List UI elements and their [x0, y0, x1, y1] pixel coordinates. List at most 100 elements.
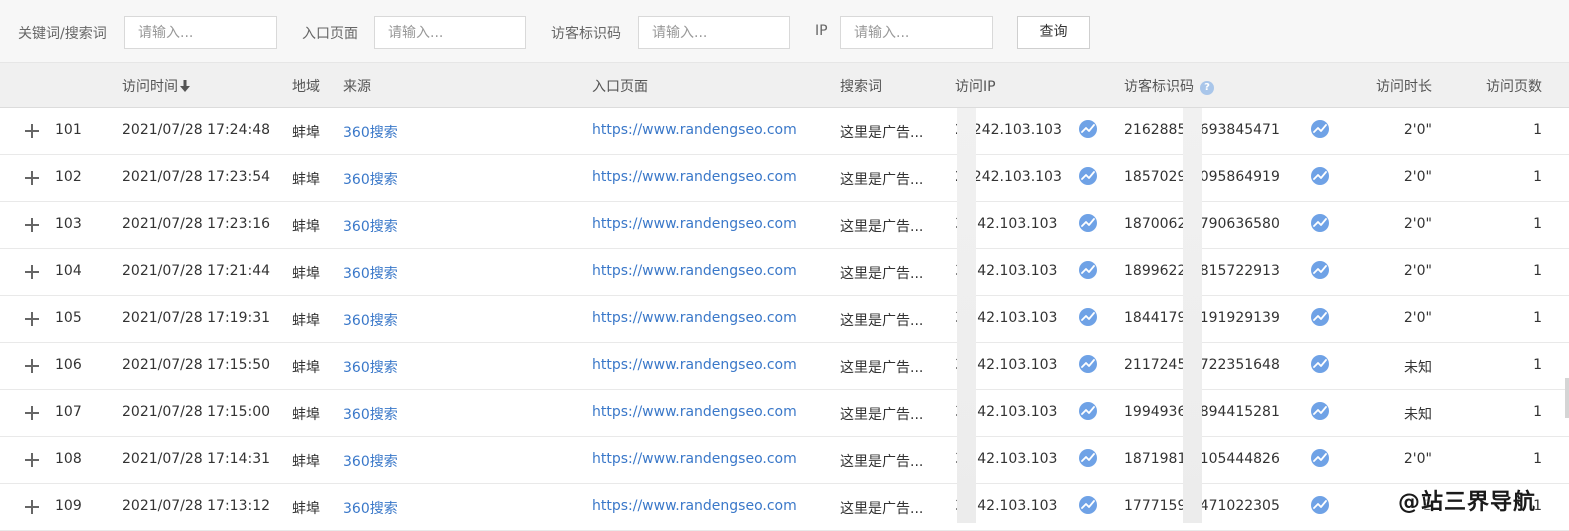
trend-chart-icon[interactable] [1311, 214, 1329, 232]
source-link[interactable]: 360搜索 [343, 216, 398, 236]
search-keyword: 这里是广告... [840, 266, 924, 282]
row-number: 109 [55, 498, 82, 514]
table-row: 105 2021/07/28 17:19:31 蚌埠 360搜索 https://www… [0, 296, 1569, 343]
search-keyword: 这里是广告... [840, 172, 924, 188]
trend-chart-icon[interactable] [1311, 355, 1329, 373]
trend-chart-icon[interactable] [1311, 167, 1329, 185]
plus-icon[interactable] [24, 452, 40, 468]
entry-page-filter-label: 入口页面 [302, 26, 358, 42]
visit-duration: 未知 [1404, 360, 1432, 376]
trend-chart-icon[interactable] [1311, 402, 1329, 420]
entry-page-input[interactable] [374, 16, 526, 49]
ip-input[interactable] [840, 16, 993, 49]
search-keyword: 这里是广告... [840, 125, 924, 141]
plus-icon[interactable] [24, 123, 40, 139]
scrollbar[interactable] [1565, 378, 1569, 418]
trend-chart-icon[interactable] [1079, 449, 1097, 467]
column-header-time[interactable]: 访问时间 [122, 76, 190, 96]
plus-icon[interactable] [24, 358, 40, 374]
visitor-id-filter-label: 访客标识码 [551, 26, 621, 42]
trend-chart-icon[interactable] [1311, 308, 1329, 326]
query-button[interactable]: 查询 [1017, 16, 1090, 49]
source-link[interactable]: 360搜索 [343, 263, 398, 283]
trend-chart-icon[interactable] [1079, 120, 1097, 138]
entry-page-link[interactable]: https://www.randengseo.com [592, 263, 797, 279]
column-header-duration: 访问时长 [1376, 79, 1432, 95]
visit-time: 2021/07/28 17:24:48 [122, 122, 271, 138]
search-keyword: 这里是广告... [840, 219, 924, 235]
visit-time: 2021/07/28 17:21:44 [122, 263, 271, 279]
table-header: 访问时间 地域 来源 入口页面 搜索词 访问IP 访客标识码? 访问时长 访问页… [0, 63, 1569, 108]
entry-page-link[interactable]: https://www.randengseo.com [592, 310, 797, 326]
filter-bar: 关键词/搜索词 入口页面 访客标识码 IP 查询 [0, 0, 1569, 63]
source-link[interactable]: 360搜索 [343, 122, 398, 142]
table-row: 102 2021/07/28 17:23:54 蚌埠 360搜索 https://www… [0, 155, 1569, 202]
row-number: 104 [55, 263, 82, 279]
table-row: 106 2021/07/28 17:15:50 蚌埠 360搜索 https://www… [0, 343, 1569, 390]
page-count: 1 [1533, 357, 1542, 373]
trend-chart-icon[interactable] [1079, 402, 1097, 420]
trend-chart-icon[interactable] [1311, 120, 1329, 138]
plus-icon[interactable] [24, 405, 40, 421]
search-keyword: 这里是广告... [840, 407, 924, 423]
trend-chart-icon[interactable] [1311, 449, 1329, 467]
trend-chart-icon[interactable] [1079, 496, 1097, 514]
plus-icon[interactable] [24, 264, 40, 280]
region: 蚌埠 [292, 125, 320, 141]
page-count: 1 [1533, 122, 1542, 138]
entry-page-link[interactable]: https://www.randengseo.com [592, 498, 797, 514]
ip-filter-label: IP [815, 23, 828, 39]
column-header-pages: 访问页数 [1486, 79, 1542, 95]
region: 蚌埠 [292, 501, 320, 517]
region: 蚌埠 [292, 266, 320, 282]
source-link[interactable]: 360搜索 [343, 498, 398, 518]
trend-chart-icon[interactable] [1311, 496, 1329, 514]
keyword-search-input[interactable] [124, 16, 277, 49]
trend-chart-icon[interactable] [1079, 261, 1097, 279]
source-link[interactable]: 360搜索 [343, 404, 398, 424]
plus-icon[interactable] [24, 311, 40, 327]
source-link[interactable]: 360搜索 [343, 451, 398, 471]
trend-chart-icon[interactable] [1079, 167, 1097, 185]
column-header-region: 地域 [292, 79, 320, 95]
entry-page-link[interactable]: https://www.randengseo.com [592, 216, 797, 232]
page-count: 1 [1533, 263, 1542, 279]
trend-chart-icon[interactable] [1079, 214, 1097, 232]
table-row: 107 2021/07/28 17:15:00 蚌埠 360搜索 https://www… [0, 390, 1569, 437]
visit-time: 2021/07/28 17:23:54 [122, 169, 271, 185]
entry-page-link[interactable]: https://www.randengseo.com [592, 451, 797, 467]
plus-icon[interactable] [24, 170, 40, 186]
search-keyword: 这里是广告... [840, 360, 924, 376]
column-header-keyword: 搜索词 [840, 79, 882, 95]
plus-icon[interactable] [24, 217, 40, 233]
row-number: 106 [55, 357, 82, 373]
region: 蚌埠 [292, 172, 320, 188]
row-number: 103 [55, 216, 82, 232]
entry-page-link[interactable]: https://www.randengseo.com [592, 357, 797, 373]
column-header-time-label: 访问时间 [122, 79, 178, 95]
row-number: 107 [55, 404, 82, 420]
row-number: 105 [55, 310, 82, 326]
column-header-visitor-id: 访客标识码? [1124, 76, 1214, 96]
visitor-id-input[interactable] [638, 16, 790, 49]
visit-time: 2021/07/28 17:15:50 [122, 357, 271, 373]
row-number: 102 [55, 169, 82, 185]
help-circle-icon[interactable]: ? [1200, 81, 1214, 95]
table-row: 109 2021/07/28 17:13:12 蚌埠 360搜索 https://www… [0, 484, 1569, 531]
source-link[interactable]: 360搜索 [343, 310, 398, 330]
region: 蚌埠 [292, 219, 320, 235]
visit-duration: 2'0" [1403, 122, 1432, 138]
entry-page-link[interactable]: https://www.randengseo.com [592, 404, 797, 420]
plus-icon[interactable] [24, 499, 40, 515]
entry-page-link[interactable]: https://www.randengseo.com [592, 169, 797, 185]
entry-page-link[interactable]: https://www.randengseo.com [592, 122, 797, 138]
trend-chart-icon[interactable] [1079, 355, 1097, 373]
ip-mask [957, 108, 976, 523]
source-link[interactable]: 360搜索 [343, 357, 398, 377]
visit-duration: 2'0" [1403, 216, 1432, 232]
keyword-filter-label: 关键词/搜索词 [18, 26, 107, 42]
column-header-entry-page: 入口页面 [592, 79, 648, 95]
trend-chart-icon[interactable] [1311, 261, 1329, 279]
source-link[interactable]: 360搜索 [343, 169, 398, 189]
trend-chart-icon[interactable] [1079, 308, 1097, 326]
